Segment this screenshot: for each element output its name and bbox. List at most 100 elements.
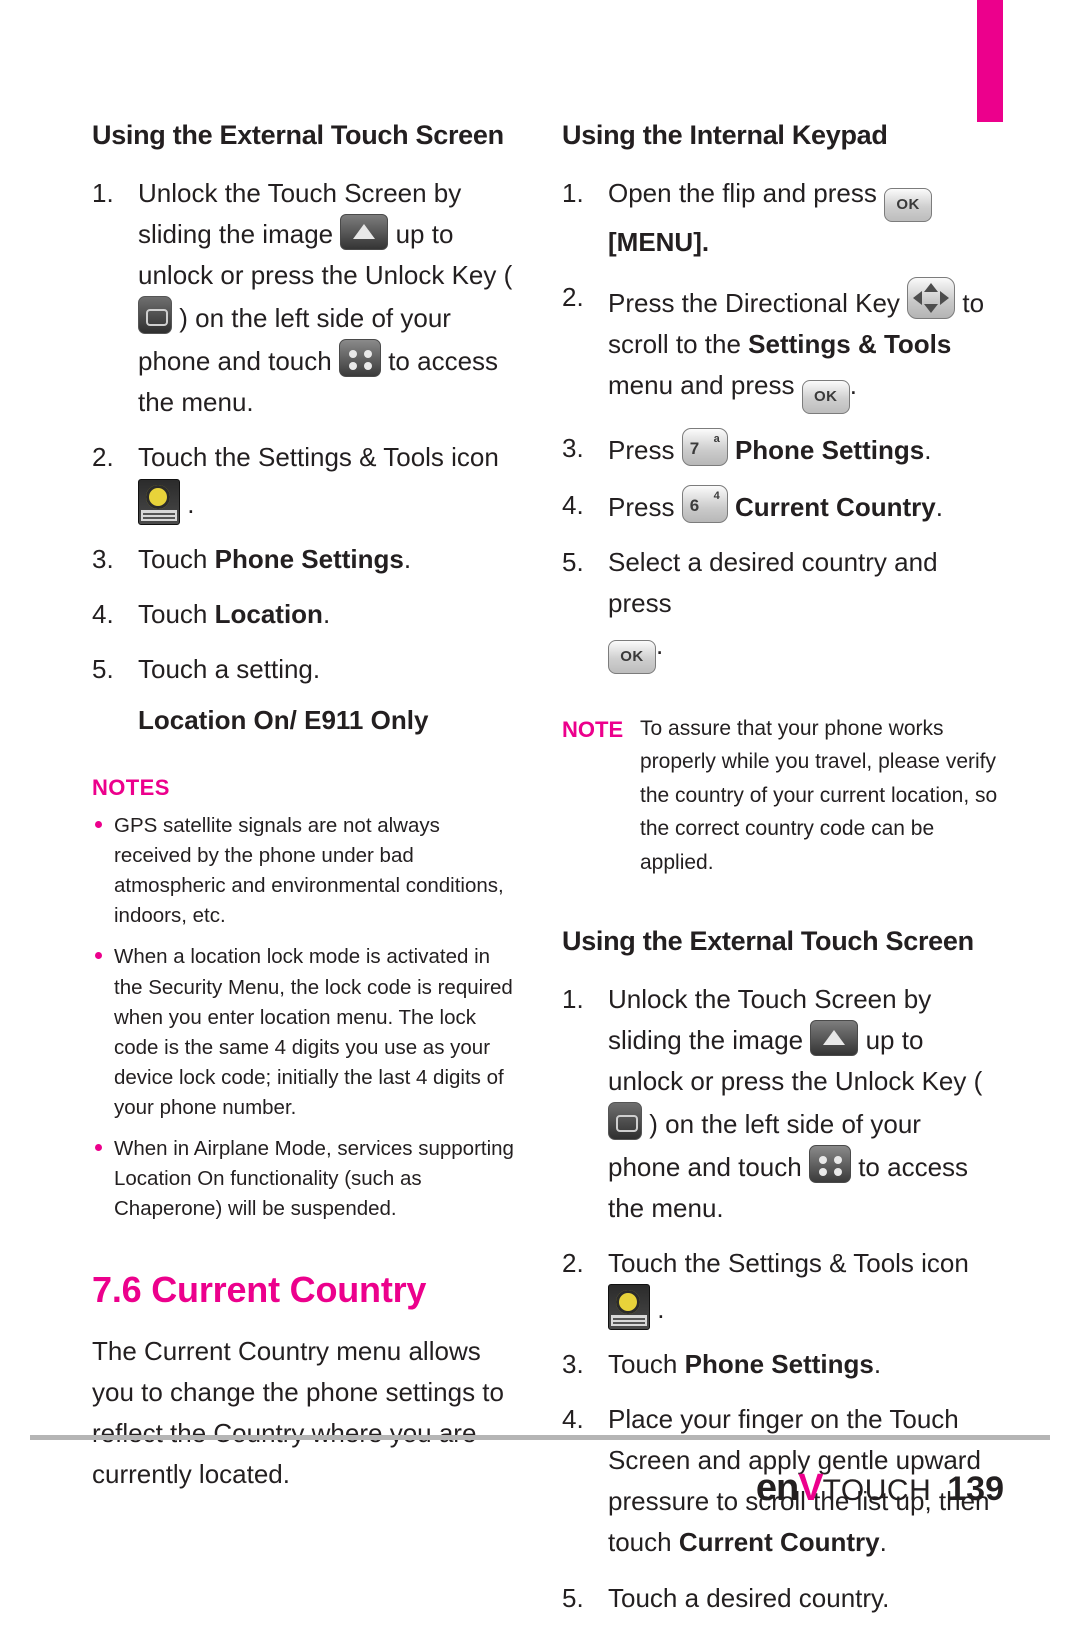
- key-number-label: 6: [689, 496, 700, 516]
- list-item: 5. Touch a desired country.: [562, 1578, 1000, 1619]
- numeric-key-7-icon: a 7: [681, 428, 728, 467]
- page-edge-tab: [977, 0, 1003, 122]
- manual-page: Using the External Touch Screen 1. Unloc…: [0, 0, 1080, 1613]
- page-title: Using the External Touch Screen: [92, 120, 504, 150]
- step-text-end: .: [935, 492, 943, 523]
- unlock-key-icon: [138, 296, 172, 335]
- list-item: 1. Open the flip and press OK [MENU].: [562, 173, 1000, 263]
- step-text: Touch the Settings & Tools icon: [608, 1247, 969, 1278]
- list-item: 4. Touch Location.: [92, 594, 522, 635]
- step-text: Touch a setting.: [138, 653, 321, 684]
- section-heading-external-touch-screen: Using the External Touch Screen: [562, 925, 974, 956]
- step-number: 4.: [92, 598, 114, 629]
- list-item: 3. Touch Phone Settings.: [92, 539, 522, 580]
- list-item: When in Airplane Mode, services supporti…: [92, 1134, 522, 1224]
- step-number: 2.: [92, 442, 114, 473]
- numeric-key-6-icon: 4 6: [681, 485, 728, 524]
- page-footer: enVTOUCH 139: [756, 1467, 1004, 1510]
- step-bold: Settings & Tools: [748, 329, 952, 360]
- key-alt-label: a: [713, 433, 720, 446]
- right-steps-list-2: 1. Unlock the Touch Screen by sliding th…: [562, 979, 1000, 1619]
- left-column: Using the External Touch Screen 1. Unloc…: [92, 120, 522, 1495]
- step-bold: Location: [214, 598, 323, 629]
- settings-tools-icon: [138, 478, 180, 525]
- ok-key-icon: OK: [608, 639, 656, 674]
- step-text: Open the flip and press: [608, 178, 877, 208]
- arrow-up-key-icon: [810, 1019, 859, 1056]
- step-text-end: .: [657, 1294, 665, 1325]
- ok-key-icon: OK: [801, 380, 850, 415]
- notes-title: NOTES: [92, 774, 170, 800]
- step-text: Touch: [138, 598, 215, 629]
- step-number: 2.: [562, 282, 584, 313]
- step-number: 4.: [562, 490, 584, 521]
- list-item: 5. Select a desired country and press OK…: [562, 542, 1000, 674]
- list-item: 4. Press 4 6 Current Country.: [562, 485, 1000, 528]
- note-text: To assure that your phone works properly…: [640, 716, 998, 874]
- directional-key-icon: [907, 277, 956, 320]
- step-number: 5.: [562, 1582, 584, 1613]
- menu-dots-key-icon: [338, 339, 381, 378]
- list-item: GPS satellite signals are not always rec…: [92, 811, 522, 932]
- footer-divider: [30, 1435, 1050, 1440]
- notes-list: GPS satellite signals are not always rec…: [92, 811, 522, 1225]
- page-number: 139: [947, 1470, 1004, 1508]
- step-number: 3.: [562, 1349, 584, 1380]
- chapter-body: The Current Country menu allows you to c…: [92, 1335, 504, 1489]
- subheading-location-on: Location On/ E911 Only: [138, 704, 429, 735]
- chapter-title: 7.6 Current Country: [92, 1268, 427, 1310]
- ok-key-icon: OK: [884, 188, 933, 222]
- step-text: Press the Directional Key: [608, 288, 900, 319]
- step-text-end: .: [879, 1527, 887, 1558]
- list-item: 2. Touch the Settings & Tools icon .: [562, 1243, 1000, 1331]
- menu-dots-key-icon: [808, 1144, 851, 1183]
- logo-touch: TOUCH: [822, 1474, 932, 1507]
- step-number: 5.: [92, 653, 114, 684]
- step-number: 3.: [562, 433, 584, 464]
- step-text: Press: [608, 435, 675, 466]
- step-text-end: .: [873, 1349, 882, 1380]
- right-column: Using the Internal Keypad 1. Open the fl…: [562, 120, 1000, 1633]
- list-item: 5. Touch a setting. Location On/ E911 On…: [92, 649, 522, 741]
- left-steps-list: 1. Unlock the Touch Screen by sliding th…: [92, 173, 522, 741]
- step-number: 3.: [92, 543, 114, 574]
- step-text-3: menu and press: [608, 370, 795, 401]
- logo-en: en: [755, 1467, 799, 1509]
- step-number: 1.: [562, 178, 584, 208]
- step-text-end: .: [924, 435, 932, 466]
- step-text-end: .: [403, 543, 412, 574]
- step-text: Touch: [138, 543, 215, 574]
- step-number: 2.: [562, 1247, 584, 1278]
- section-heading-internal-keypad: Using the Internal Keypad: [562, 120, 888, 150]
- step-text: Press: [608, 492, 675, 523]
- key-number-label: 7: [689, 439, 700, 459]
- list-item: 2. Touch the Settings & Tools icon .: [92, 437, 522, 525]
- unlock-key-icon: [608, 1101, 642, 1140]
- right-steps-list-1: 1. Open the flip and press OK [MENU]. 2.…: [562, 173, 1000, 674]
- step-bold: Phone Settings: [734, 435, 925, 466]
- settings-tools-icon: [608, 1284, 650, 1331]
- step-text-end: .: [322, 598, 331, 629]
- list-item: 3. Touch Phone Settings.: [562, 1344, 1000, 1385]
- note-block: NOTE To assure that your phone works pro…: [562, 712, 1000, 880]
- step-bold: Phone Settings: [684, 1349, 874, 1380]
- note-tag: NOTE: [562, 716, 624, 742]
- step-number: 1.: [92, 178, 114, 208]
- step-text: Touch a desired country.: [608, 1582, 890, 1613]
- step-bold: [MENU].: [608, 227, 710, 257]
- step-number: 5.: [562, 547, 584, 578]
- step-bold: Phone Settings: [214, 543, 404, 574]
- step-text: Touch the Settings & Tools icon: [138, 442, 499, 473]
- step-bold: Current Country: [734, 492, 936, 523]
- step-text: Select a desired country and press: [608, 547, 938, 619]
- step-text-end: .: [187, 488, 195, 519]
- step-number: 1.: [562, 983, 584, 1014]
- brand-logo: enVTOUCH: [756, 1467, 931, 1510]
- step-text-end: .: [849, 370, 857, 401]
- step-text: Touch: [608, 1349, 685, 1380]
- list-item: When a location lock mode is activated i…: [92, 942, 522, 1123]
- logo-v: V: [798, 1467, 823, 1509]
- list-item: 3. Press a 7 Phone Settings.: [562, 428, 1000, 471]
- step-bold: Current Country: [678, 1527, 880, 1558]
- list-item: 2. Press the Directional Key to scroll t…: [562, 277, 1000, 415]
